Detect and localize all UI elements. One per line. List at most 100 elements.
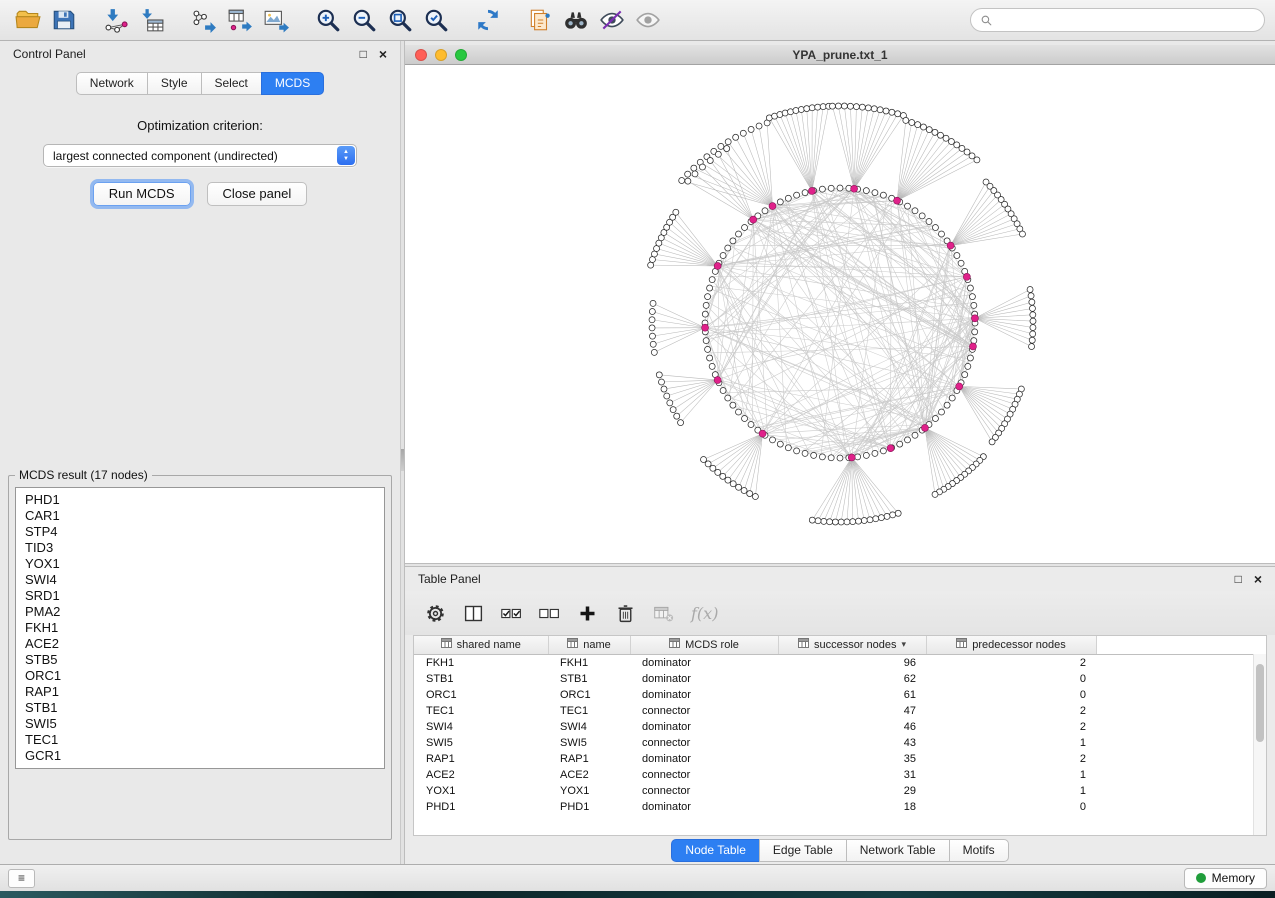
network-node[interactable] bbox=[718, 143, 724, 149]
network-node[interactable] bbox=[967, 355, 973, 361]
table-cell[interactable]: connector bbox=[630, 703, 778, 719]
network-node[interactable] bbox=[958, 260, 964, 266]
network-dominator-node[interactable] bbox=[947, 242, 954, 249]
table-cell[interactable]: TEC1 bbox=[548, 703, 630, 719]
tab-motifs[interactable]: Motifs bbox=[949, 839, 1009, 862]
scrollbar-thumb[interactable] bbox=[1256, 664, 1264, 742]
search-field[interactable] bbox=[970, 8, 1265, 32]
network-node[interactable] bbox=[679, 177, 685, 183]
network-node[interactable] bbox=[878, 515, 884, 521]
import-network-button[interactable] bbox=[98, 4, 134, 36]
network-node[interactable] bbox=[850, 519, 856, 525]
table-cell[interactable]: 0 bbox=[926, 687, 1096, 703]
table-cell[interactable]: 47 bbox=[778, 703, 926, 719]
table-cell[interactable]: dominator bbox=[630, 687, 778, 703]
table-cell[interactable]: 35 bbox=[778, 751, 926, 767]
network-node[interactable] bbox=[777, 441, 783, 447]
network-node[interactable] bbox=[828, 455, 834, 461]
network-node[interactable] bbox=[709, 363, 715, 369]
network-node[interactable] bbox=[859, 104, 865, 110]
list-item[interactable]: ORC1 bbox=[16, 668, 384, 684]
network-node[interactable] bbox=[897, 441, 903, 447]
network-node[interactable] bbox=[872, 450, 878, 456]
network-node[interactable] bbox=[730, 238, 736, 244]
find-button[interactable] bbox=[558, 4, 594, 36]
network-node[interactable] bbox=[932, 129, 938, 135]
table-cell[interactable]: 29 bbox=[778, 783, 926, 799]
network-node[interactable] bbox=[804, 106, 810, 112]
network-node[interactable] bbox=[815, 104, 821, 110]
network-node[interactable] bbox=[705, 461, 711, 467]
network-dominator-node[interactable] bbox=[769, 203, 776, 210]
network-node[interactable] bbox=[948, 138, 954, 144]
list-item[interactable]: ACE2 bbox=[16, 636, 384, 652]
show-columns-button[interactable] bbox=[463, 603, 484, 624]
network-node[interactable] bbox=[954, 253, 960, 259]
tab-network[interactable]: Network bbox=[76, 72, 147, 95]
tab-edge-table[interactable]: Edge Table bbox=[759, 839, 846, 862]
export-network-button[interactable] bbox=[186, 4, 222, 36]
zoom-fit-button[interactable] bbox=[382, 4, 418, 36]
network-node[interactable] bbox=[730, 481, 736, 487]
network-node[interactable] bbox=[967, 285, 973, 291]
network-node[interactable] bbox=[915, 122, 921, 128]
list-item[interactable]: STB1 bbox=[16, 700, 384, 716]
table-cell[interactable]: RAP1 bbox=[548, 751, 630, 767]
network-node[interactable] bbox=[971, 302, 977, 308]
network-node[interactable] bbox=[827, 519, 833, 525]
network-node[interactable] bbox=[802, 190, 808, 196]
network-node[interactable] bbox=[877, 107, 883, 113]
table-cell[interactable]: ORC1 bbox=[414, 687, 548, 703]
zoom-selected-button[interactable] bbox=[418, 4, 454, 36]
network-node[interactable] bbox=[736, 409, 742, 415]
network-node[interactable] bbox=[872, 190, 878, 196]
network-node[interactable] bbox=[794, 448, 800, 454]
network-node[interactable] bbox=[895, 111, 901, 117]
network-node[interactable] bbox=[703, 302, 709, 308]
tab-node-table[interactable]: Node Table bbox=[671, 839, 759, 862]
network-node[interactable] bbox=[889, 109, 895, 115]
network-node[interactable] bbox=[895, 510, 901, 516]
network-node[interactable] bbox=[715, 151, 721, 157]
list-item[interactable]: STP4 bbox=[16, 524, 384, 540]
table-cell[interactable]: 1 bbox=[926, 783, 1096, 799]
close-panel-icon[interactable]: × bbox=[1254, 572, 1262, 586]
panel-menu-button[interactable]: ≡ bbox=[8, 869, 35, 888]
table-cell[interactable]: connector bbox=[630, 767, 778, 783]
network-node[interactable] bbox=[650, 341, 656, 347]
unselect-all-columns-button[interactable] bbox=[539, 603, 560, 624]
network-node[interactable] bbox=[725, 395, 731, 401]
tab-style[interactable]: Style bbox=[147, 72, 201, 95]
zoom-in-button[interactable] bbox=[310, 4, 346, 36]
list-item[interactable]: STB5 bbox=[16, 652, 384, 668]
open-file-button[interactable] bbox=[10, 4, 46, 36]
network-node[interactable] bbox=[793, 108, 799, 114]
close-panel-button[interactable]: Close panel bbox=[207, 182, 308, 206]
network-node[interactable] bbox=[802, 450, 808, 456]
network-node[interactable] bbox=[685, 178, 691, 184]
network-dominator-node[interactable] bbox=[969, 343, 976, 350]
network-dominator-node[interactable] bbox=[848, 454, 855, 461]
table-row[interactable]: SWI4SWI4dominator462 bbox=[414, 719, 1266, 735]
network-node[interactable] bbox=[685, 171, 691, 177]
network-node[interactable] bbox=[742, 415, 748, 421]
network-node[interactable] bbox=[809, 517, 815, 523]
network-node[interactable] bbox=[725, 139, 731, 145]
network-node[interactable] bbox=[1029, 337, 1035, 343]
network-node[interactable] bbox=[736, 231, 742, 237]
network-node[interactable] bbox=[720, 388, 726, 394]
hide-selected-button[interactable] bbox=[594, 4, 630, 36]
network-node[interactable] bbox=[905, 203, 911, 209]
network-node[interactable] bbox=[971, 338, 977, 344]
network-dominator-node[interactable] bbox=[971, 315, 978, 322]
network-node[interactable] bbox=[747, 491, 753, 497]
table-row[interactable]: SWI5SWI5connector431 bbox=[414, 735, 1266, 751]
network-node[interactable] bbox=[705, 294, 711, 300]
network-node[interactable] bbox=[903, 117, 909, 123]
column-header-MCDS-role[interactable]: MCDS role bbox=[630, 636, 778, 654]
network-node[interactable] bbox=[741, 487, 747, 493]
column-header-name[interactable]: name bbox=[548, 636, 630, 654]
network-node[interactable] bbox=[919, 213, 925, 219]
network-node[interactable] bbox=[832, 519, 838, 525]
network-node[interactable] bbox=[1027, 286, 1033, 292]
